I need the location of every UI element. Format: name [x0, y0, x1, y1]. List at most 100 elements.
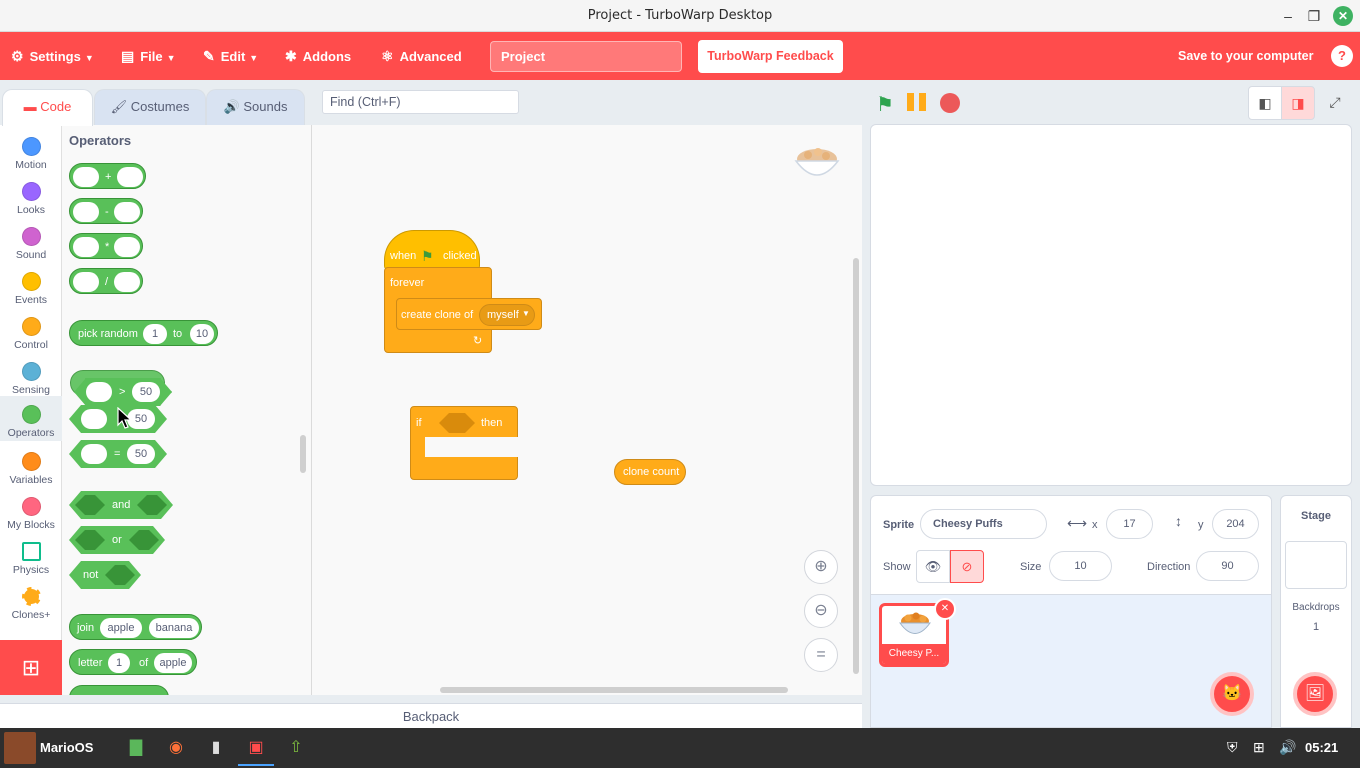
letter-of-input[interactable]: apple [154, 653, 192, 673]
category-control[interactable]: Control [0, 311, 62, 356]
category-operators[interactable]: Operators [0, 396, 62, 441]
mul-slot-b[interactable] [114, 237, 140, 257]
category-my-blocks[interactable]: My Blocks [0, 491, 62, 536]
terminal-icon[interactable]: ▮ [198, 732, 234, 766]
turbowarp-icon[interactable]: ▣ [238, 732, 274, 766]
hide-sprite-button[interactable]: ⊘ [950, 550, 984, 583]
direction-input[interactable]: 90 [1196, 551, 1259, 581]
choose-backdrop-button[interactable]: 🖼 [1293, 672, 1337, 716]
file-manager-icon[interactable]: ▇ [118, 732, 154, 766]
random-to-input[interactable]: 10 [190, 324, 214, 344]
shield-icon[interactable]: ⛨ [1227, 739, 1238, 756]
gt-value-input[interactable]: 50 [132, 382, 160, 402]
letter-index-input[interactable]: 1 [108, 653, 130, 673]
category-variables[interactable]: Variables [0, 446, 62, 491]
clone-count-reporter[interactable]: clone count [614, 459, 686, 485]
div-slot-b[interactable] [114, 272, 140, 292]
sprite-name-input[interactable]: Cheesy Puffs [920, 509, 1047, 539]
pick-random-block[interactable]: pick random 1 to 10 [69, 320, 218, 346]
advanced-menu[interactable]: ⚛ Advanced [381, 32, 462, 80]
delete-sprite-button[interactable]: ✕ [934, 598, 956, 620]
size-input[interactable]: 10 [1049, 551, 1112, 581]
gt-slot-a[interactable] [86, 382, 112, 402]
settings-menu[interactable]: ⚙ Settings ▼ [11, 32, 94, 80]
workspace-vertical-scrollbar[interactable] [853, 258, 859, 674]
y-input[interactable]: 204 [1212, 509, 1259, 539]
mul-slot-a[interactable] [73, 237, 99, 257]
update-manager-icon[interactable]: ⇧ [278, 732, 314, 766]
and-block[interactable]: and [69, 491, 173, 519]
tab-sounds[interactable]: 🔊 Sounds [206, 89, 305, 125]
code-workspace[interactable]: when ⚑ clicked forever ↻ create clone of… [312, 125, 862, 695]
partial-block[interactable] [69, 685, 169, 695]
sub-slot-a[interactable] [73, 202, 99, 222]
add-block[interactable]: + [69, 163, 146, 189]
letter-of-block[interactable]: letter 1 of apple [69, 649, 197, 675]
stage-selector-panel[interactable]: Stage Backdrops 1 🖼 [1280, 495, 1352, 728]
category-motion[interactable]: Motion [0, 131, 62, 176]
equals-block[interactable]: = 50 [69, 440, 167, 468]
lt-slot-a[interactable] [81, 409, 107, 429]
clock[interactable]: 05:21 [1305, 740, 1338, 755]
network-icon[interactable]: ⊞ [1253, 739, 1265, 756]
green-flag-button[interactable]: ⚑ [876, 92, 894, 117]
add-extension-button[interactable]: ⊞ [0, 640, 62, 695]
div-slot-a[interactable] [73, 272, 99, 292]
feedback-button[interactable]: TurboWarp Feedback [698, 40, 843, 73]
small-stage-button[interactable]: ◧ [1248, 86, 1282, 120]
or-slot-b[interactable] [129, 530, 159, 550]
category-sensing[interactable]: Sensing [0, 356, 62, 401]
category-events[interactable]: Events [0, 266, 62, 311]
file-menu[interactable]: ▤ File ▼ [121, 32, 176, 80]
addons-menu[interactable]: ✱ Addons [285, 32, 351, 80]
when-flag-clicked-block[interactable]: when ⚑ clicked [384, 230, 480, 270]
category-sound[interactable]: Sound [0, 221, 62, 266]
flyout-scrollbar[interactable] [300, 435, 306, 473]
clone-target-dropdown[interactable]: myself ▼ [479, 304, 535, 326]
category-physics[interactable]: Physics [0, 536, 62, 581]
x-input[interactable]: 17 [1106, 509, 1153, 539]
large-stage-button[interactable]: ◨ [1281, 86, 1315, 120]
or-slot-a[interactable] [75, 530, 105, 550]
add-slot-b[interactable] [117, 167, 143, 187]
divide-block[interactable]: / [69, 268, 143, 294]
choose-sprite-button[interactable]: 🐱 [1210, 672, 1254, 716]
edit-menu[interactable]: ✎ Edit ▼ [203, 32, 258, 80]
tab-costumes[interactable]: 🖌 Costumes [94, 89, 206, 125]
create-clone-block[interactable]: create clone of myself ▼ [396, 298, 542, 330]
if-then-block[interactable]: if then [410, 406, 519, 480]
join-a-input[interactable]: apple [100, 618, 142, 638]
start-menu-label[interactable]: MarioOS [40, 740, 93, 755]
backpack-bar[interactable]: Backpack [0, 703, 862, 728]
help-icon[interactable]: ? [1331, 45, 1353, 67]
category-clones-plus[interactable]: Clones+ [0, 581, 62, 626]
minimize-icon[interactable]: – [1278, 6, 1298, 26]
multiply-block[interactable]: * [69, 233, 143, 259]
and-slot-b[interactable] [137, 495, 167, 515]
eq-slot-a[interactable] [81, 444, 107, 464]
category-looks[interactable]: Looks [0, 176, 62, 221]
greater-than-block-dragging[interactable]: > 50 [74, 378, 172, 406]
eq-value-input[interactable]: 50 [127, 444, 155, 464]
volume-icon[interactable]: 🔊 [1279, 739, 1296, 756]
sub-slot-b[interactable] [114, 202, 140, 222]
find-input[interactable]: Find (Ctrl+F) [322, 90, 519, 114]
stage-canvas[interactable] [870, 124, 1352, 486]
firefox-icon[interactable]: ◉ [158, 732, 194, 766]
not-slot[interactable] [105, 565, 135, 585]
zoom-reset-button[interactable]: = [804, 638, 838, 672]
and-slot-a[interactable] [75, 495, 105, 515]
pause-button[interactable] [907, 93, 929, 111]
stop-button[interactable] [940, 93, 960, 113]
random-from-input[interactable]: 1 [143, 324, 167, 344]
or-block[interactable]: or [69, 526, 165, 554]
fullscreen-button[interactable]: ⤢ [1318, 86, 1352, 120]
add-slot-a[interactable] [73, 167, 99, 187]
if-condition-slot[interactable] [439, 413, 475, 433]
mario-avatar-icon[interactable] [4, 732, 36, 764]
join-block[interactable]: join apple banana [69, 614, 202, 640]
tab-code[interactable]: ▬ Code [2, 89, 93, 126]
subtract-block[interactable]: - [69, 198, 143, 224]
project-title-input[interactable]: Project [490, 41, 682, 72]
zoom-in-button[interactable]: ⊕ [804, 550, 838, 584]
